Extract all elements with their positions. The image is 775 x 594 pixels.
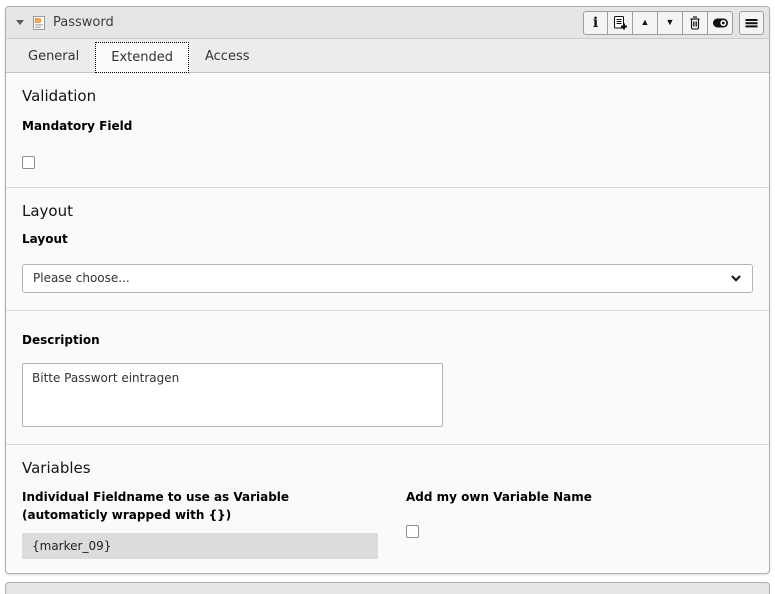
description-field-label: Description — [22, 332, 753, 349]
fieldname-variable-label-line1: Individual Fieldname to use as Variable — [22, 489, 378, 506]
section-layout: Layout Layout Please choose... — [6, 188, 769, 310]
fieldname-variable-value: {marker_09} — [22, 533, 378, 559]
info-icon: i — [593, 16, 598, 30]
page: Password i — [0, 0, 775, 594]
tab-general[interactable]: General — [12, 41, 95, 72]
tab-access[interactable]: Access — [189, 41, 266, 72]
field-toolbar: i ▲ — [583, 11, 764, 35]
content-element-icon — [32, 15, 46, 31]
trash-icon — [687, 15, 703, 31]
toolbar-button-group: i ▲ — [583, 11, 733, 35]
move-up-button[interactable]: ▲ — [633, 11, 658, 35]
layout-select-value: Please choose... — [33, 271, 130, 285]
fieldname-variable-label: Individual Fieldname to use as Variable … — [22, 489, 378, 524]
next-field-header[interactable] — [5, 582, 770, 594]
hide-toggle-button[interactable] — [708, 11, 733, 35]
copy-button[interactable] — [608, 11, 633, 35]
fieldname-variable-label-line2: (automaticly wrapped with {}) — [22, 507, 378, 524]
section-validation: Validation Mandatory Field — [6, 73, 769, 188]
layout-field-label: Layout — [22, 231, 753, 248]
field-header: Password i — [6, 7, 769, 39]
chevron-down-icon — [730, 273, 742, 283]
fieldname-variable-column: Individual Fieldname to use as Variable … — [22, 489, 378, 559]
section-description: Description Bitte Passwort eintragen — [6, 311, 769, 445]
field-title: Password — [53, 15, 114, 30]
validation-heading: Validation — [22, 87, 753, 105]
field-editor-panel: Password i — [5, 6, 770, 574]
drag-handle-icon — [744, 15, 759, 31]
own-variable-label: Add my own Variable Name — [406, 489, 753, 506]
copy-document-icon — [612, 15, 628, 31]
layout-heading: Layout — [22, 202, 753, 220]
toggle-icon — [712, 15, 729, 31]
move-down-button[interactable]: ▼ — [658, 11, 683, 35]
info-button[interactable]: i — [583, 11, 608, 35]
collapse-caret-icon[interactable] — [16, 20, 24, 25]
mandatory-field-label: Mandatory Field — [22, 118, 753, 135]
mandatory-field-checkbox[interactable] — [22, 156, 35, 169]
own-variable-checkbox[interactable] — [406, 525, 419, 538]
tab-bar: General Extended Access — [6, 39, 769, 73]
drag-handle-button[interactable] — [739, 11, 764, 35]
description-textarea[interactable]: Bitte Passwort eintragen — [22, 363, 443, 427]
variables-row: Individual Fieldname to use as Variable … — [22, 489, 753, 559]
delete-button[interactable] — [683, 11, 708, 35]
variables-heading: Variables — [22, 459, 753, 477]
arrow-up-icon: ▲ — [641, 18, 650, 27]
section-variables: Variables Individual Fieldname to use as… — [6, 445, 769, 573]
arrow-down-icon: ▼ — [666, 18, 675, 27]
tab-extended[interactable]: Extended — [95, 42, 189, 73]
own-variable-column: Add my own Variable Name — [406, 489, 753, 537]
layout-select[interactable]: Please choose... — [22, 264, 753, 293]
